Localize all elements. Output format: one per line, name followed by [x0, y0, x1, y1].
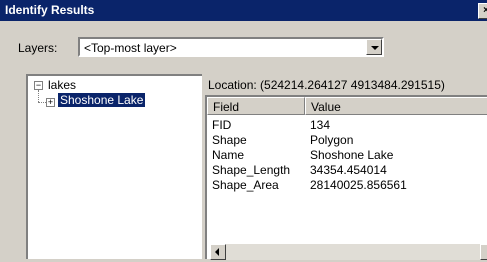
window-title: Identify Results: [5, 3, 95, 17]
table-cell-value: Polygon: [310, 133, 354, 147]
tree-item-lakes[interactable]: lakes: [48, 78, 76, 92]
scroll-right-button[interactable]: [480, 244, 487, 260]
table-cell-field: Shape_Area: [212, 178, 279, 192]
column-header-field[interactable]: Field: [207, 97, 305, 115]
table-cell-field: Name: [212, 148, 245, 162]
table-cell-field: Shape_Length: [212, 163, 291, 177]
table-cell-value: 28140025.856561: [310, 178, 407, 192]
layers-selected-value: <Top-most layer>: [84, 41, 177, 55]
scroll-left-button[interactable]: [210, 244, 226, 260]
close-button[interactable]: ×: [478, 3, 487, 19]
horizontal-scrollbar[interactable]: [210, 244, 487, 260]
arrow-left-icon: [215, 248, 219, 256]
attributes-table[interactable]: Field Value FID 134 Shape Polygon Name S…: [205, 95, 487, 259]
chevron-down-icon: [371, 46, 379, 50]
layers-label: Layers:: [18, 41, 58, 55]
identify-results-window: Identify Results × Layers: <Top-most lay…: [0, 0, 487, 262]
tree-connector-line: [38, 90, 39, 102]
title-bar[interactable]: Identify Results ×: [0, 0, 487, 21]
layers-dropdown[interactable]: <Top-most layer>: [78, 37, 384, 57]
table-cell-value: 34354.454014: [310, 163, 387, 177]
tree-item-shoshone-lake[interactable]: Shoshone Lake: [58, 93, 146, 107]
table-cell-field: FID: [212, 118, 232, 132]
collapse-icon[interactable]: −: [34, 81, 43, 90]
layers-dropdown-button[interactable]: [366, 39, 382, 55]
table-cell-field: Shape: [212, 133, 247, 147]
results-tree[interactable]: − lakes + Shoshone Lake: [26, 74, 202, 259]
table-cell-value: Shoshone Lake: [310, 148, 394, 162]
table-header: Field Value: [207, 97, 487, 115]
close-icon: ×: [483, 5, 487, 16]
location-bar: Location: (524214.264127 4913484.291515): [205, 74, 487, 94]
location-text: Location: (524214.264127 4913484.291515): [208, 78, 445, 92]
column-header-value[interactable]: Value: [305, 97, 487, 115]
table-cell-value: 134: [310, 118, 331, 132]
expand-icon[interactable]: +: [46, 98, 55, 107]
